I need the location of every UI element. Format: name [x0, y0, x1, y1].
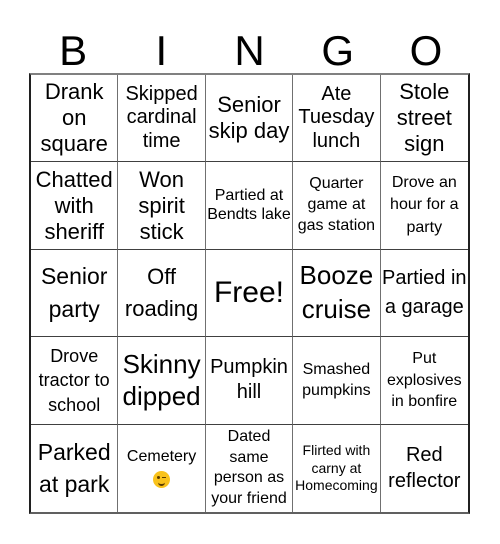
- bingo-cell[interactable]: Put explosives in bonfire: [380, 337, 468, 425]
- cell-text: Drove an hour for a party: [390, 174, 459, 236]
- cell-text: Partied in a garage: [382, 266, 467, 318]
- bingo-cell[interactable]: Won spirit stick: [118, 162, 206, 250]
- cell-text: Senior skip day: [208, 92, 290, 144]
- bingo-cell[interactable]: Quarter game at gas station: [293, 162, 381, 250]
- cell-text: Flirted with carny at Homecoming: [295, 442, 378, 494]
- cell-text: Drove tractor to school: [38, 345, 110, 415]
- bingo-cell[interactable]: Senior skip day: [205, 75, 294, 163]
- bingo-cell[interactable]: Senior party: [31, 249, 119, 338]
- cell-text: Off roading: [124, 264, 199, 321]
- bingo-cell[interactable]: Red reflector: [381, 425, 468, 512]
- cell-text: Put explosives in bonfire: [386, 350, 462, 411]
- cell-text: Smashed pumpkins: [302, 360, 371, 400]
- bingo-cell[interactable]: Drove tractor to school: [31, 337, 119, 425]
- bingo-cell[interactable]: Skipped cardinal time: [118, 75, 206, 163]
- cell-text: Skinny dipped: [122, 348, 201, 412]
- cell-text: Senior party: [40, 262, 108, 322]
- cell-text: Dated same person as your friend: [211, 427, 287, 508]
- cell-text: Red reflector: [388, 444, 461, 493]
- header-letter-b: B: [59, 27, 88, 74]
- cell-text: Booze cruise: [299, 260, 374, 324]
- bingo-cell[interactable]: Booze cruise: [293, 249, 381, 338]
- cell-text: Drank on square: [40, 79, 108, 157]
- cell-text: Parked at park: [37, 439, 111, 498]
- bingo-cell[interactable]: Stole street sign: [380, 75, 468, 163]
- bingo-cell[interactable]: Off roading: [118, 249, 206, 338]
- cell-text: Ate Tuesday lunch: [298, 82, 375, 152]
- bingo-grid: Drank on square Skipped cardinal time Se…: [29, 73, 470, 514]
- header-letter-n: N: [234, 27, 265, 74]
- header-letter-i: I: [155, 27, 168, 74]
- bingo-cell[interactable]: Pumpkin hill: [205, 337, 294, 425]
- header-letter-g: G: [321, 27, 355, 74]
- cell-text: Chatted with sheriff: [35, 166, 113, 244]
- cell-text: Pumpkin hill: [210, 356, 288, 404]
- bingo-cell[interactable]: Skinny dipped: [118, 337, 206, 425]
- cell-text: Won spirit stick: [138, 166, 185, 244]
- free-space[interactable]: Free!: [205, 249, 294, 338]
- bingo-cell[interactable]: Cemetery: [118, 424, 206, 512]
- bingo-cell[interactable]: Drove an hour for a party: [380, 162, 468, 250]
- bingo-cell[interactable]: Partied in a garage: [380, 250, 468, 338]
- cell-text: Quarter game at gas station: [297, 175, 376, 234]
- bingo-cell[interactable]: Parked at park: [31, 424, 119, 512]
- bingo-cell[interactable]: Chatted with sheriff: [31, 162, 119, 250]
- cemetery-content: Cemetery: [126, 448, 197, 489]
- cell-text: Partied at Bendts lake: [207, 186, 291, 223]
- bingo-cell[interactable]: Dated same person as your friend: [206, 424, 294, 512]
- bingo-cell[interactable]: Ate Tuesday lunch: [293, 75, 381, 163]
- bingo-cell[interactable]: Partied at Bendts lake: [205, 162, 294, 250]
- bingo-cell[interactable]: Flirted with carny at Homecoming: [293, 424, 381, 512]
- bingo-cell[interactable]: Smashed pumpkins: [293, 337, 381, 425]
- bingo-header: B I N G O: [29, 28, 470, 74]
- header-letter-o: O: [409, 27, 443, 74]
- cell-text: Stole street sign: [396, 79, 452, 157]
- cell-text: Skipped cardinal time: [125, 82, 198, 152]
- bingo-cell[interactable]: Drank on square: [31, 75, 119, 163]
- winking-face-icon: [153, 471, 171, 489]
- cell-text: Free!: [213, 276, 284, 310]
- cell-text: Cemetery: [126, 448, 197, 466]
